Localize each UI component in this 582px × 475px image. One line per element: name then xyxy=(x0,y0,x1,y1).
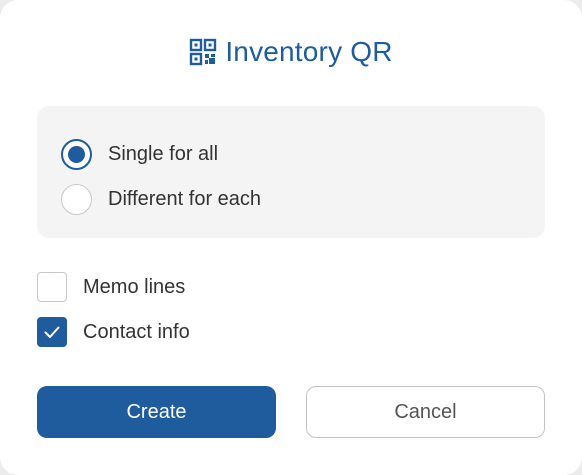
checkmark-icon xyxy=(44,326,60,338)
contact-info-checkbox[interactable] xyxy=(37,317,67,347)
radio-button[interactable] xyxy=(61,183,92,215)
qr-code-icon xyxy=(189,38,217,66)
radio-label: Single for all xyxy=(108,142,219,165)
checkbox-label: Contact info xyxy=(83,320,190,343)
memo-lines-option[interactable]: Memo lines xyxy=(37,272,185,302)
checkbox-label: Memo lines xyxy=(83,275,186,298)
radio-different-for-each[interactable]: Different for each xyxy=(61,183,261,215)
radio-label: Different for each xyxy=(108,187,262,210)
dialog-header: Inventory QR xyxy=(0,32,582,72)
radio-button-selected[interactable] xyxy=(61,138,92,170)
radio-single-for-all[interactable]: Single for all xyxy=(61,138,218,170)
memo-lines-checkbox[interactable] xyxy=(37,272,67,302)
dialog-title: Inventory QR xyxy=(225,36,393,67)
contact-info-option[interactable]: Contact info xyxy=(37,317,190,347)
inventory-qr-dialog: Inventory QR Single for all Different fo… xyxy=(0,0,582,475)
qr-mode-group: Single for all Different for each xyxy=(37,106,545,238)
cancel-button[interactable]: Cancel xyxy=(306,386,545,438)
create-button[interactable]: Create xyxy=(37,386,276,438)
